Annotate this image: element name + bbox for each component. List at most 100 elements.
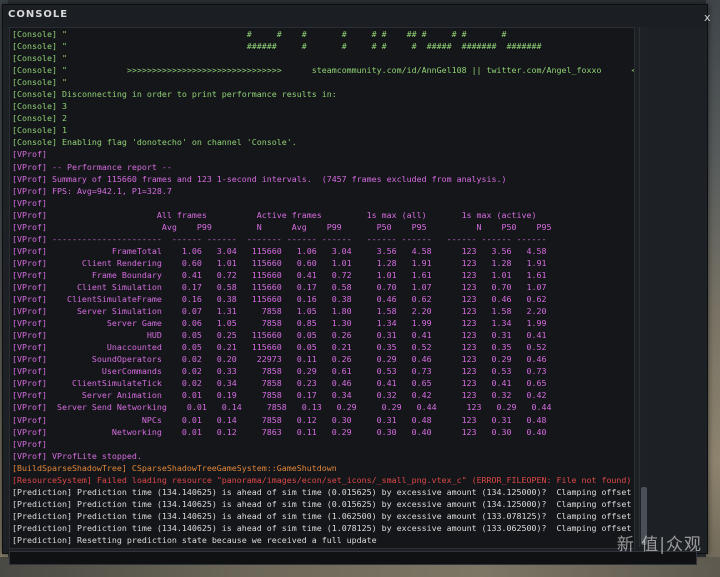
log-channel-tag: [VProf] xyxy=(12,173,47,184)
log-line: [VProf] Client Rendering 0.60 1.01 11566… xyxy=(10,257,634,269)
window-title: CONSOLE xyxy=(8,9,69,20)
console-window: CONSOLE [Console] " # # # # # # ## # # #… xyxy=(2,4,708,565)
log-message: Failed loading resource "panorama/images… xyxy=(91,474,632,485)
log-channel-tag: [VProf] xyxy=(12,209,47,220)
log-line: [VProf] xyxy=(10,438,634,450)
log-line: [Prediction] Prediction time (134.140625… xyxy=(10,522,634,534)
watermark-logo: 新 值|众观 xyxy=(616,535,702,555)
log-line: [VProf] -- Performance report -- xyxy=(10,161,634,173)
log-channel-tag: [BuildSparseShadowTree] xyxy=(12,462,127,473)
log-channel-tag: [VProf] xyxy=(12,269,47,280)
log-message: Summary of 115660 frames and 123 1-secon… xyxy=(46,173,507,184)
log-message: VProfLite stopped. xyxy=(46,450,142,461)
log-line: [VProf] VProfLite stopped. xyxy=(10,450,634,462)
title-bar[interactable]: CONSOLE xyxy=(3,5,707,27)
log-channel-tag: [VProf] xyxy=(12,414,47,425)
log-line: [VProf] SoundOperators 0.02 0.20 22973 0… xyxy=(10,353,634,365)
log-message: Avg P99 N Avg P99 P50 P95 N P50 P95 xyxy=(46,221,552,232)
log-line: [Console] " >>>>>>>>>>>>>>>>>>>>>>>>>>>>… xyxy=(10,64,634,76)
log-line: [Console] Disconnecting in order to prin… xyxy=(10,88,634,100)
log-message: Networking 0.01 0.12 7863 0.11 0.29 0.30… xyxy=(46,426,547,437)
log-channel-tag: [VProf] xyxy=(12,281,47,292)
log-message: -- Performance report -- xyxy=(46,161,172,172)
log-message: Server Simulation 0.07 1.31 7858 1.05 1.… xyxy=(46,306,547,317)
log-line: [VProf] Server Simulation 0.07 1.31 7858… xyxy=(10,305,634,317)
log-channel-tag: [VProf] xyxy=(12,318,47,329)
log-line: [VProf] UserCommands 0.02 0.33 7858 0.29… xyxy=(10,365,634,377)
log-channel-tag: [Console] xyxy=(12,125,57,136)
log-message: " ###### # # # # # ##### ####### ####### xyxy=(56,41,542,52)
log-channel-tag: [Console] xyxy=(12,29,57,39)
log-line: [Prediction] Prediction time (134.140625… xyxy=(10,486,634,498)
log-line: [ResourceSystem] Failed loading resource… xyxy=(10,474,634,486)
log-channel-tag: [VProf] xyxy=(12,245,47,256)
log-channel-tag: [VProf] xyxy=(12,450,47,461)
close-button[interactable]: x xyxy=(704,11,711,24)
log-message: 1 xyxy=(56,125,67,136)
log-message: 2 xyxy=(56,113,67,124)
log-channel-tag: [VProf] xyxy=(12,438,47,449)
log-message: Prediction time (134.140625) is ahead of… xyxy=(71,522,632,533)
console-log[interactable]: [Console] " # # # # # # ## # # # # [Conso… xyxy=(9,27,635,549)
log-message: ---------------------- ------ ------ ---… xyxy=(46,233,547,244)
log-channel-tag: [Console] xyxy=(12,65,57,76)
log-message: Prediction time (134.140625) is ahead of… xyxy=(71,486,632,497)
log-message: " # # # # # # ## # # # # xyxy=(56,29,507,39)
log-line: [Console] " ###### # # # # # ##### #####… xyxy=(10,40,634,52)
log-message: UserCommands 0.02 0.33 7858 0.29 0.61 0.… xyxy=(46,366,547,377)
log-line: [VProf] Avg P99 N Avg P99 P50 P95 N P50 … xyxy=(10,221,634,233)
log-line: [Prediction] Resetting prediction state … xyxy=(10,534,634,546)
log-line: [VProf] Unaccounted 0.05 0.21 115660 0.0… xyxy=(10,341,634,353)
log-channel-tag: [Prediction] xyxy=(12,498,72,509)
log-message: Client Rendering 0.60 1.01 115660 0.60 1… xyxy=(46,257,547,268)
log-line: [Console] " xyxy=(10,52,634,64)
log-message: ClientSimulateFrame 0.16 0.38 115660 0.1… xyxy=(46,294,547,305)
log-message: ClientSimulateTick 0.02 0.34 7858 0.23 0… xyxy=(46,378,547,389)
log-line: [Console] 1 xyxy=(10,124,634,136)
log-message: Server Animation 0.01 0.19 7858 0.17 0.3… xyxy=(46,390,547,401)
log-channel-tag: [Prediction] xyxy=(12,522,72,533)
log-line: [VProf] All frames Active frames 1s max … xyxy=(10,209,634,221)
log-message: FPS: Avg=942.1, P1=328.7 xyxy=(46,185,172,196)
log-line: [VProf] Summary of 115660 frames and 123… xyxy=(10,173,634,185)
log-channel-tag: [VProf] xyxy=(12,221,47,232)
log-line: [Console] 2 xyxy=(10,112,634,124)
log-message: Frame Boundary 0.41 0.72 115660 0.41 0.7… xyxy=(46,269,547,280)
log-line: [VProf] Server Animation 0.01 0.19 7858 … xyxy=(10,389,634,401)
log-line: [VProf] Frame Boundary 0.41 0.72 115660 … xyxy=(10,269,634,281)
log-line: [Prediction] Prediction time (134.140625… xyxy=(10,510,634,522)
log-line: [VProf] Networking 0.01 0.12 7863 0.11 0… xyxy=(10,426,634,438)
log-channel-tag: [VProf] xyxy=(12,366,47,377)
log-message: Resetting prediction state because we re… xyxy=(71,534,377,545)
log-line: [Console] " # # # # # # ## # # # # xyxy=(10,28,634,40)
log-message: Disconnecting in order to print performa… xyxy=(56,89,337,100)
log-line: [VProf] Server Game 0.06 1.05 7858 0.85 … xyxy=(10,317,634,329)
log-channel-tag: [Console] xyxy=(12,101,57,112)
log-line: [VProf] Client Simulation 0.17 0.58 1156… xyxy=(10,281,634,293)
log-line: [VProf] FrameTotal 1.06 3.04 115660 1.06… xyxy=(10,245,634,257)
command-input[interactable] xyxy=(9,551,697,565)
log-channel-tag: [Console] xyxy=(12,53,57,64)
log-message: HUD 0.05 0.25 115660 0.05 0.26 0.31 0.41… xyxy=(46,330,547,341)
log-channel-tag: [VProf] xyxy=(12,390,47,401)
log-channel-tag: [Prediction] xyxy=(12,534,72,545)
log-message: Unaccounted 0.05 0.21 115660 0.05 0.21 0… xyxy=(46,342,547,353)
log-channel-tag: [VProf] xyxy=(12,185,47,196)
log-channel-tag: [VProf] xyxy=(12,402,47,413)
log-line: [BuildSparseShadowTree] CSparseShadowTre… xyxy=(10,462,634,474)
log-channel-tag: [Prediction] xyxy=(12,486,72,497)
log-line: [Console] 3 xyxy=(10,100,634,112)
background-right xyxy=(706,0,720,577)
log-channel-tag: [VProf] xyxy=(12,378,47,389)
log-message: " xyxy=(56,77,67,88)
scrollbar[interactable] xyxy=(639,27,648,547)
log-line: [VProf] xyxy=(10,148,634,160)
log-channel-tag: [VProf] xyxy=(12,294,47,305)
log-line: [VProf] ClientSimulateTick 0.02 0.34 785… xyxy=(10,377,634,389)
log-line: [VProf] NPCs 0.01 0.14 7858 0.12 0.30 0.… xyxy=(10,414,634,426)
log-message: Prediction time (134.140625) is ahead of… xyxy=(71,498,632,509)
log-line: [VProf] xyxy=(10,197,634,209)
log-channel-tag: [VProf] xyxy=(12,233,47,244)
log-message: Prediction time (134.140625) is ahead of… xyxy=(71,510,632,521)
log-channel-tag: [Console] xyxy=(12,41,57,52)
